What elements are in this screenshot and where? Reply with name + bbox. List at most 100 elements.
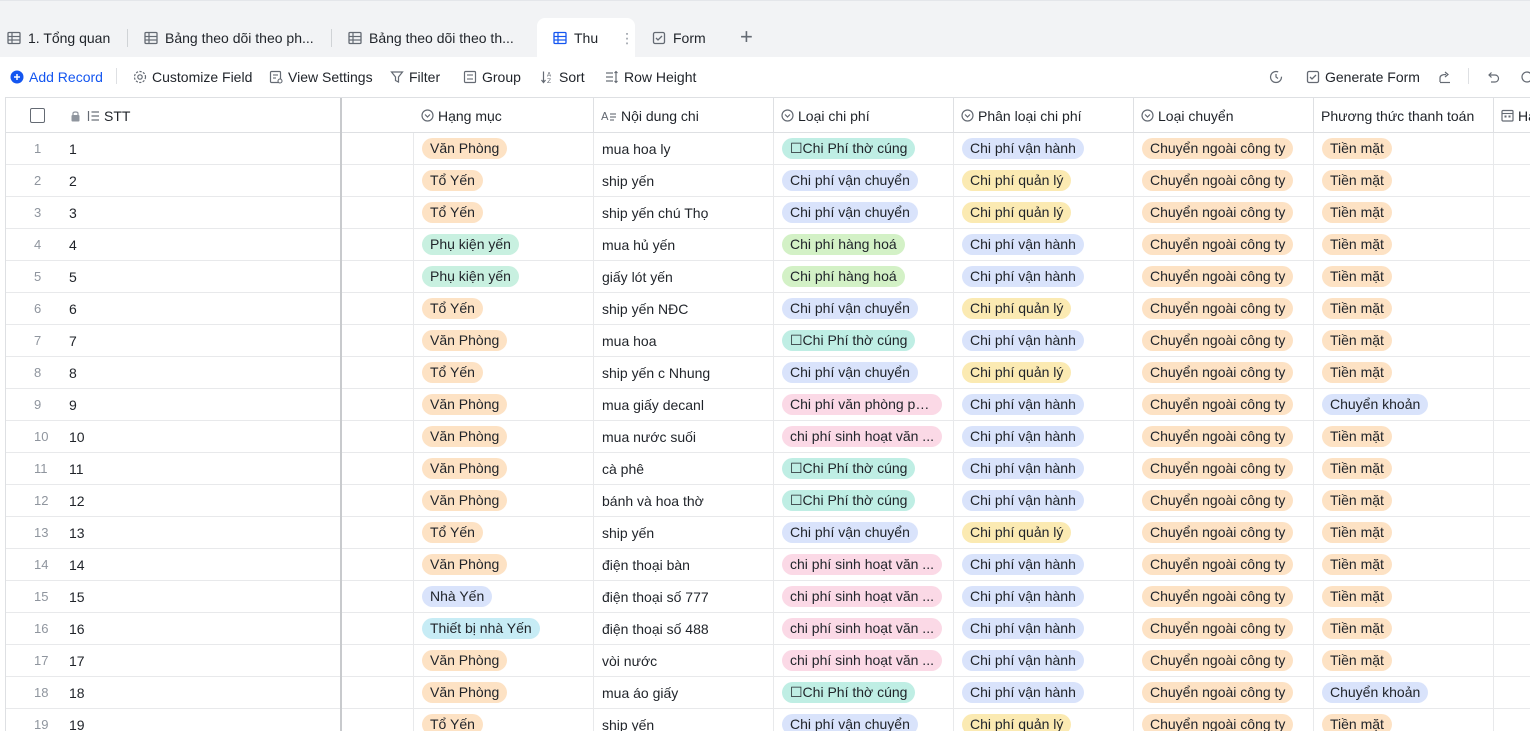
- select-all-checkbox[interactable]: [30, 108, 45, 123]
- stt-cell[interactable]: 17: [69, 645, 85, 676]
- hang-muc-cell[interactable]: Tổ Yến: [414, 517, 594, 548]
- stt-cell[interactable]: 5: [69, 261, 77, 292]
- loai-chuyen-cell[interactable]: Chuyển ngoài công ty: [1134, 133, 1314, 164]
- noi-dung-chi-cell[interactable]: mua hoa: [594, 325, 774, 356]
- noi-dung-chi-cell[interactable]: vòi nước: [594, 645, 774, 676]
- column-header-loai-chi-phi[interactable]: Loại chi phí: [774, 98, 954, 133]
- loai-chuyen-cell[interactable]: Chuyển ngoài công ty: [1134, 261, 1314, 292]
- empty-cell[interactable]: [342, 133, 414, 164]
- loai-chi-phi-cell[interactable]: ☐Chi Phí thờ cúng: [774, 453, 954, 484]
- table-row[interactable]: 3 3 Tổ Yến ship yến chú Thọ Chi phí vận chuy…: [6, 197, 1530, 229]
- noi-dung-chi-cell[interactable]: điện thoại số 488: [594, 613, 774, 644]
- next-column-cell[interactable]: [1494, 517, 1530, 548]
- customize-field-button[interactable]: Customize Field: [133, 68, 252, 86]
- column-header-noi-dung-chi[interactable]: A Nội dung chi: [594, 98, 774, 133]
- more-vertical-icon[interactable]: ⋮: [620, 30, 634, 47]
- empty-cell[interactable]: [342, 613, 414, 644]
- tab-bang-theo-doi-2[interactable]: Bảng theo dõi theo th...: [348, 18, 514, 58]
- empty-cell[interactable]: [342, 389, 414, 420]
- table-row[interactable]: 10 10 Văn Phòng mua nước suối chi phí sinh h…: [6, 421, 1530, 453]
- phan-loai-chi-phi-cell[interactable]: Chi phí vận hành: [954, 645, 1134, 676]
- stt-cell[interactable]: 3: [69, 197, 77, 228]
- noi-dung-chi-cell[interactable]: mua nước suối: [594, 421, 774, 452]
- next-column-cell[interactable]: [1494, 709, 1530, 731]
- hang-muc-cell[interactable]: Tổ Yến: [414, 357, 594, 388]
- next-column-cell[interactable]: [1494, 581, 1530, 612]
- loai-chi-phi-cell[interactable]: chi phí sinh hoạt văn ...: [774, 613, 954, 644]
- loai-chi-phi-cell[interactable]: Chi phí vận chuyển: [774, 709, 954, 731]
- table-row[interactable]: 17 17 Văn Phòng vòi nước chi phí sinh hoạt v…: [6, 645, 1530, 677]
- redo-button[interactable]: [1520, 68, 1530, 86]
- table-row[interactable]: 16 16 Thiết bị nhà Yến điện thoại số 488 chi…: [6, 613, 1530, 645]
- phan-loai-chi-phi-cell[interactable]: Chi phí vận hành: [954, 453, 1134, 484]
- loai-chi-phi-cell[interactable]: ☐Chi Phí thờ cúng: [774, 677, 954, 708]
- loai-chi-phi-cell[interactable]: ☐Chi Phí thờ cúng: [774, 325, 954, 356]
- phuong-thuc-cell[interactable]: Chuyển khoản: [1314, 677, 1494, 708]
- stt-cell[interactable]: 13: [69, 517, 85, 548]
- hang-muc-cell[interactable]: Tổ Yến: [414, 709, 594, 731]
- stt-cell[interactable]: 8: [69, 357, 77, 388]
- noi-dung-chi-cell[interactable]: ship yến c Nhung: [594, 357, 774, 388]
- loai-chuyen-cell[interactable]: Chuyển ngoài công ty: [1134, 581, 1314, 612]
- row-height-button[interactable]: Row Height: [605, 68, 696, 86]
- phuong-thuc-cell[interactable]: Tiền mặt: [1314, 709, 1494, 731]
- noi-dung-chi-cell[interactable]: ship yến: [594, 709, 774, 731]
- loai-chi-phi-cell[interactable]: Chi phí hàng hoá: [774, 261, 954, 292]
- table-row[interactable]: 14 14 Văn Phòng điện thoại bàn chi phí sinh …: [6, 549, 1530, 581]
- loai-chuyen-cell[interactable]: Chuyển ngoài công ty: [1134, 613, 1314, 644]
- hang-muc-cell[interactable]: Nhà Yến: [414, 581, 594, 612]
- next-column-cell[interactable]: [1494, 133, 1530, 164]
- loai-chi-phi-cell[interactable]: chi phí sinh hoạt văn ...: [774, 421, 954, 452]
- next-column-cell[interactable]: [1494, 197, 1530, 228]
- empty-cell[interactable]: [342, 645, 414, 676]
- next-column-cell[interactable]: [1494, 325, 1530, 356]
- phuong-thuc-cell[interactable]: Chuyển khoản: [1314, 389, 1494, 420]
- table-row[interactable]: 4 4 Phụ kiện yến mua hủ yến Chi phí hàng hoá…: [6, 229, 1530, 261]
- view-settings-button[interactable]: View Settings: [269, 68, 373, 86]
- noi-dung-chi-cell[interactable]: ship yến: [594, 165, 774, 196]
- noi-dung-chi-cell[interactable]: mua giấy decanl: [594, 389, 774, 420]
- tab-bang-theo-doi-1[interactable]: Bảng theo dõi theo ph...: [144, 18, 314, 58]
- column-header-phan-loai-chi-phi[interactable]: Phân loại chi phí: [954, 98, 1134, 133]
- stt-cell[interactable]: 11: [69, 453, 84, 484]
- empty-cell[interactable]: [342, 453, 414, 484]
- loai-chuyen-cell[interactable]: Chuyển ngoài công ty: [1134, 421, 1314, 452]
- hang-muc-cell[interactable]: Thiết bị nhà Yến: [414, 613, 594, 644]
- phuong-thuc-cell[interactable]: Tiền mặt: [1314, 357, 1494, 388]
- phan-loai-chi-phi-cell[interactable]: Chi phí quản lý: [954, 709, 1134, 731]
- noi-dung-chi-cell[interactable]: ship yến chú Thọ: [594, 197, 774, 228]
- filter-button[interactable]: Filter: [390, 68, 440, 86]
- loai-chi-phi-cell[interactable]: Chi phí vận chuyển: [774, 197, 954, 228]
- loai-chuyen-cell[interactable]: Chuyển ngoài công ty: [1134, 645, 1314, 676]
- next-column-cell[interactable]: [1494, 613, 1530, 644]
- sort-button[interactable]: AZ Sort: [540, 68, 585, 86]
- loai-chuyen-cell[interactable]: Chuyển ngoài công ty: [1134, 165, 1314, 196]
- phuong-thuc-cell[interactable]: Tiền mặt: [1314, 549, 1494, 580]
- table-row[interactable]: 12 12 Văn Phòng bánh và hoa thờ ☐Chi Phí thờ…: [6, 485, 1530, 517]
- loai-chi-phi-cell[interactable]: Chi phí hàng hoá: [774, 229, 954, 260]
- hang-muc-cell[interactable]: Văn Phòng: [414, 421, 594, 452]
- phan-loai-chi-phi-cell[interactable]: Chi phí vận hành: [954, 485, 1134, 516]
- hang-muc-cell[interactable]: Văn Phòng: [414, 325, 594, 356]
- group-button[interactable]: Group: [463, 68, 521, 86]
- phan-loai-chi-phi-cell[interactable]: Chi phí quản lý: [954, 517, 1134, 548]
- column-header-loai-chuyen[interactable]: Loại chuyển: [1134, 98, 1314, 133]
- phuong-thuc-cell[interactable]: Tiền mặt: [1314, 293, 1494, 324]
- empty-cell[interactable]: [342, 709, 414, 731]
- phan-loai-chi-phi-cell[interactable]: Chi phí vận hành: [954, 389, 1134, 420]
- empty-cell[interactable]: [342, 325, 414, 356]
- loai-chuyen-cell[interactable]: Chuyển ngoài công ty: [1134, 197, 1314, 228]
- tab-thu[interactable]: Thu ⋮: [537, 18, 635, 58]
- hang-muc-cell[interactable]: Văn Phòng: [414, 389, 594, 420]
- hang-muc-cell[interactable]: Tổ Yến: [414, 165, 594, 196]
- noi-dung-chi-cell[interactable]: cà phê: [594, 453, 774, 484]
- noi-dung-chi-cell[interactable]: giấy lót yến: [594, 261, 774, 292]
- empty-cell[interactable]: [342, 165, 414, 196]
- phuong-thuc-cell[interactable]: Tiền mặt: [1314, 517, 1494, 548]
- hang-muc-cell[interactable]: Văn Phòng: [414, 133, 594, 164]
- add-view-plus-icon[interactable]: +: [740, 26, 753, 48]
- noi-dung-chi-cell[interactable]: mua hủ yến: [594, 229, 774, 260]
- phan-loai-chi-phi-cell[interactable]: Chi phí vận hành: [954, 549, 1134, 580]
- stt-cell[interactable]: 6: [69, 293, 77, 324]
- next-column-cell[interactable]: [1494, 677, 1530, 708]
